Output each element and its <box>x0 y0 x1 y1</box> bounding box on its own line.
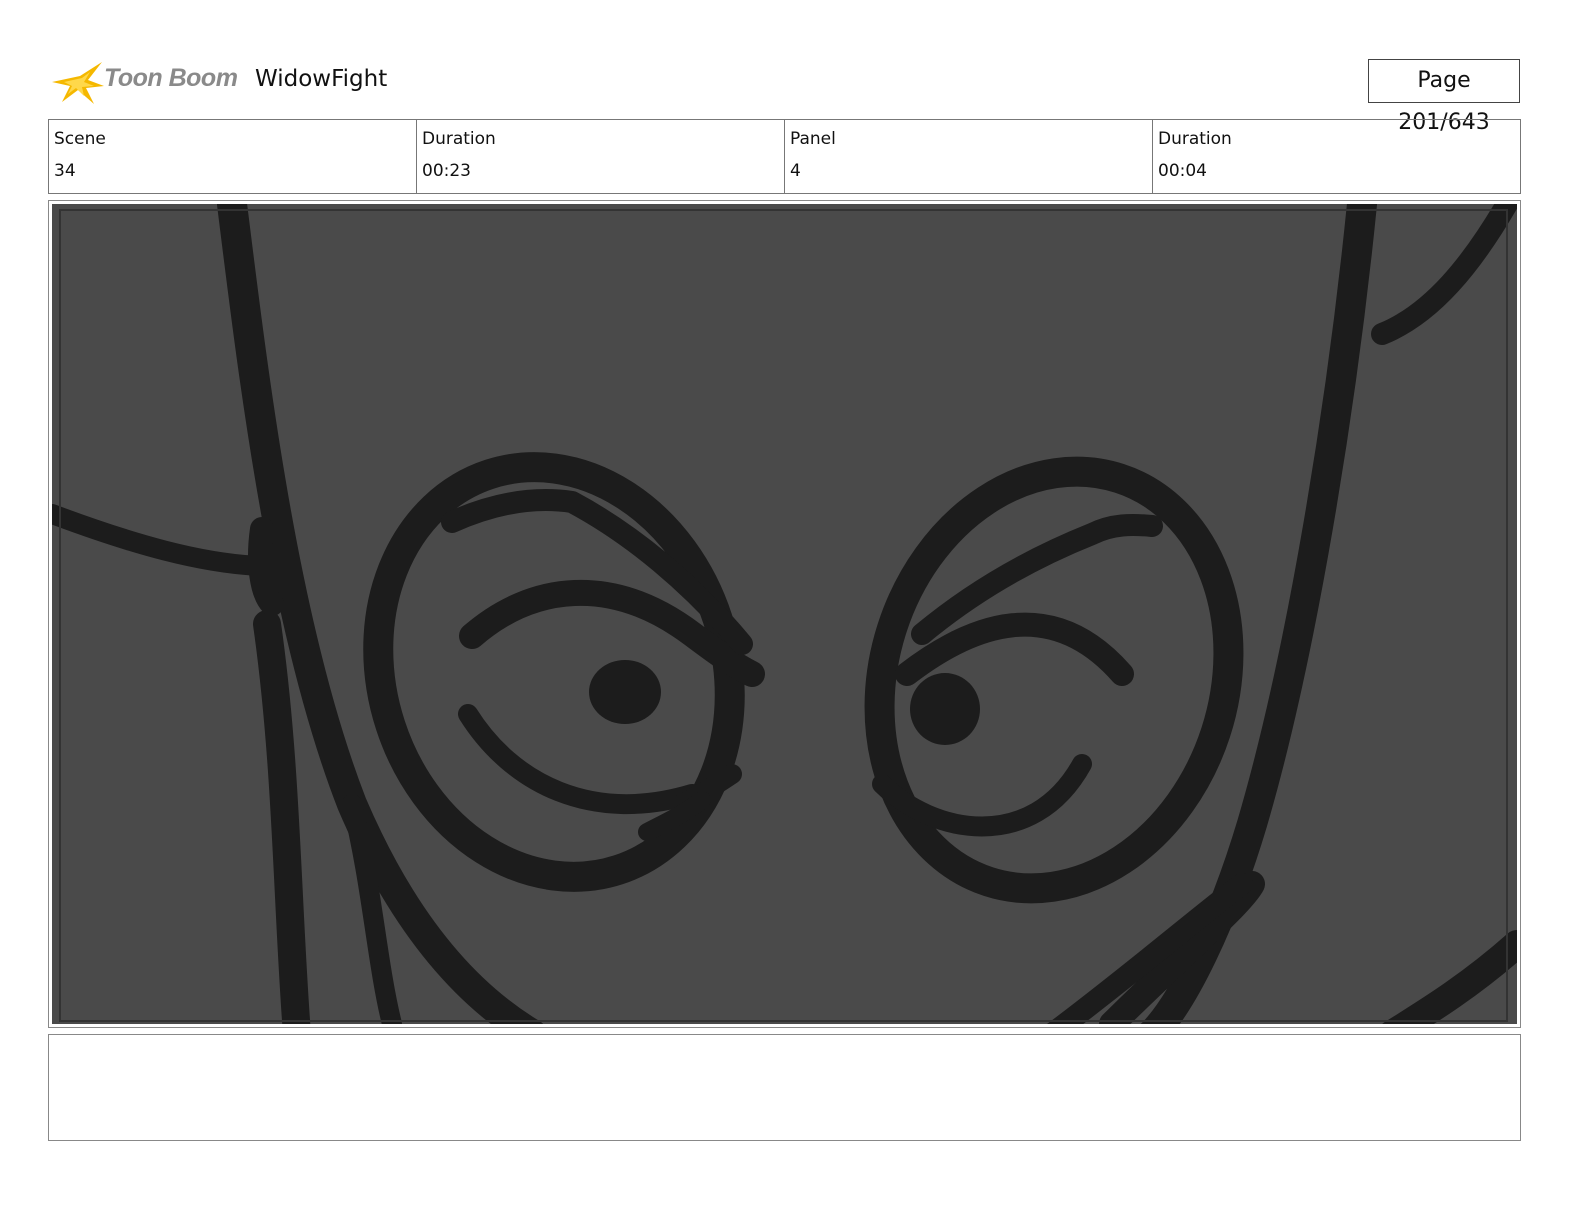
panel-duration-label: Duration <box>1158 129 1232 149</box>
notes-box <box>48 1034 1521 1141</box>
scene-duration-label: Duration <box>422 129 496 149</box>
left-pupil <box>589 660 661 724</box>
scene-duration-value: 00:23 <box>422 161 471 181</box>
toon-boom-logo: Toon Boom <box>50 56 240 108</box>
panel-cell: Panel 4 <box>784 120 1152 193</box>
page-number: Page 201/643 <box>1368 59 1520 135</box>
left-eye-lower-lid <box>458 704 702 815</box>
panel-frame <box>48 200 1521 1028</box>
scene-cell: Scene 34 <box>49 120 416 193</box>
right-face-contour <box>1140 204 1377 1024</box>
scene-label: Scene <box>54 129 106 149</box>
right-eye-outline <box>864 456 1244 904</box>
starburst-icon <box>52 62 104 104</box>
panel-duration-value: 00:04 <box>1158 161 1207 181</box>
sketch-drawing <box>52 204 1517 1024</box>
right-hair-strand <box>1371 204 1517 345</box>
scene-duration-cell: Duration 00:23 <box>416 120 784 193</box>
right-pupil <box>910 673 980 745</box>
logo-text: Toon Boom <box>104 64 238 92</box>
left-neck-line <box>253 610 311 1024</box>
panel-value: 4 <box>790 161 801 181</box>
right-eye-lower-lid <box>872 754 1092 837</box>
right-shoulder-line <box>1382 930 1517 1024</box>
panel-drawing <box>52 204 1517 1024</box>
left-hair-curve <box>52 504 272 576</box>
panel-label: Panel <box>790 129 836 149</box>
scene-info-table: Scene 34 Duration 00:23 Panel 4 Duration… <box>48 119 1521 194</box>
scene-value: 34 <box>54 161 76 181</box>
panel-duration-cell: Duration 00:04 <box>1152 120 1520 193</box>
left-ear-mark <box>248 517 284 616</box>
project-title: WidowFight <box>255 66 388 92</box>
